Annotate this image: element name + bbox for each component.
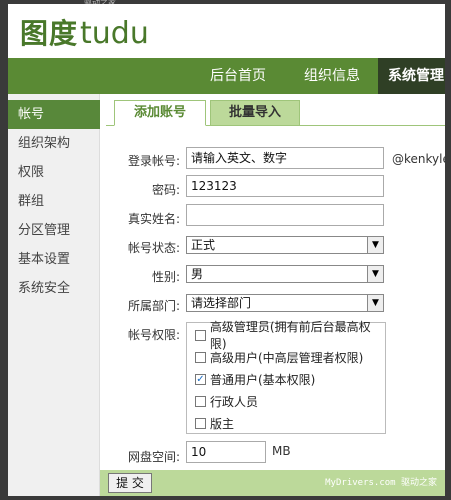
checkbox[interactable] — [195, 329, 206, 341]
nav-system-admin[interactable]: 系统管理 — [378, 58, 445, 94]
sidebar-item-account[interactable]: 帐号 — [8, 100, 100, 129]
nav-org-info[interactable]: 组织信息 — [304, 58, 360, 94]
chevron-down-icon[interactable]: ▼ — [367, 266, 383, 282]
watermark: MyDrivers.com 驱动之家 — [325, 478, 437, 488]
password-label: 密码: — [151, 183, 180, 197]
perm-row-admin-staff[interactable]: 行政人员 — [195, 391, 258, 411]
tab-batch-import[interactable]: 批量导入 — [210, 100, 300, 126]
perm-label-admin-staff: 行政人员 — [210, 394, 259, 409]
logo-en: tudu — [80, 16, 149, 51]
password-input[interactable]: 123123 — [186, 175, 384, 197]
gender-select[interactable]: 男 ▼ — [186, 265, 384, 283]
realname-label: 真实姓名: — [127, 212, 180, 226]
checkbox-checked[interactable]: ✓ — [195, 373, 206, 385]
login-label: 登录帐号: — [127, 154, 180, 168]
disk-input[interactable]: 10 — [186, 441, 266, 463]
sidebar-item-org-structure[interactable]: 组织架构 — [8, 129, 100, 158]
login-input[interactable]: 请输入英文、数字 — [186, 147, 384, 169]
dept-value: 请选择部门 — [191, 296, 252, 310]
sidebar-item-partition[interactable]: 分区管理 — [8, 216, 100, 245]
nav-home[interactable]: 后台首页 — [210, 58, 266, 94]
sidebar-item-security[interactable]: 系统安全 — [8, 274, 100, 303]
chevron-down-icon[interactable]: ▼ — [367, 295, 383, 311]
disk-label: 网盘空间: — [127, 450, 180, 464]
logo-cn: 图度 — [20, 17, 79, 50]
sidebar: 帐号 组织架构 权限 群组 分区管理 基本设置 系统安全 — [8, 94, 100, 496]
checkbox[interactable] — [195, 351, 206, 363]
status-select[interactable]: 正式 ▼ — [186, 236, 384, 254]
perm-row-senior[interactable]: 高级用户(中高层管理者权限) — [195, 347, 363, 367]
checkbox[interactable] — [195, 395, 206, 407]
dept-select[interactable]: 请选择部门 ▼ — [186, 294, 384, 312]
sidebar-item-groups[interactable]: 群组 — [8, 187, 100, 216]
sidebar-item-permissions[interactable]: 权限 — [8, 158, 100, 187]
chevron-down-icon[interactable]: ▼ — [367, 237, 383, 253]
gender-value: 男 — [191, 267, 204, 281]
tab-add-account[interactable]: 添加账号 — [114, 100, 206, 126]
sidebar-item-basic-settings[interactable]: 基本设置 — [8, 245, 100, 274]
perm-row-normal[interactable]: ✓ 普通用户(基本权限) — [195, 369, 315, 389]
perm-label-normal: 普通用户(基本权限) — [210, 372, 316, 387]
perm-label: 帐号权限: — [127, 328, 180, 342]
domain-suffix: @kenkyle — [392, 152, 445, 166]
realname-input[interactable] — [186, 204, 384, 226]
status-value: 正式 — [191, 238, 216, 252]
perm-row-admin[interactable]: 高级管理员(拥有前后台最高权限) — [195, 320, 385, 351]
status-label: 帐号状态: — [127, 241, 180, 255]
perm-label-senior: 高级用户(中高层管理者权限) — [210, 350, 364, 365]
permissions-list: 高级管理员(拥有前后台最高权限) 高级用户(中高层管理者权限) ✓ 普通用户(基… — [186, 320, 386, 434]
top-nav: 后台首页 组织信息 系统管理 — [8, 58, 445, 94]
dept-label: 所属部门: — [127, 299, 180, 313]
perm-row-moderator[interactable]: 版主 — [195, 413, 234, 433]
disk-unit: MB — [272, 444, 291, 458]
logo: 图度 tudu — [20, 12, 149, 52]
app-window: 图度 tudu 后台首页 组织信息 系统管理 帐号 组织架构 权限 群组 分区管… — [8, 4, 445, 496]
checkbox[interactable] — [195, 417, 206, 429]
perm-label-moderator: 版主 — [210, 416, 235, 431]
submit-button[interactable]: 提 交 — [108, 473, 152, 493]
gender-label: 性别: — [151, 270, 180, 284]
